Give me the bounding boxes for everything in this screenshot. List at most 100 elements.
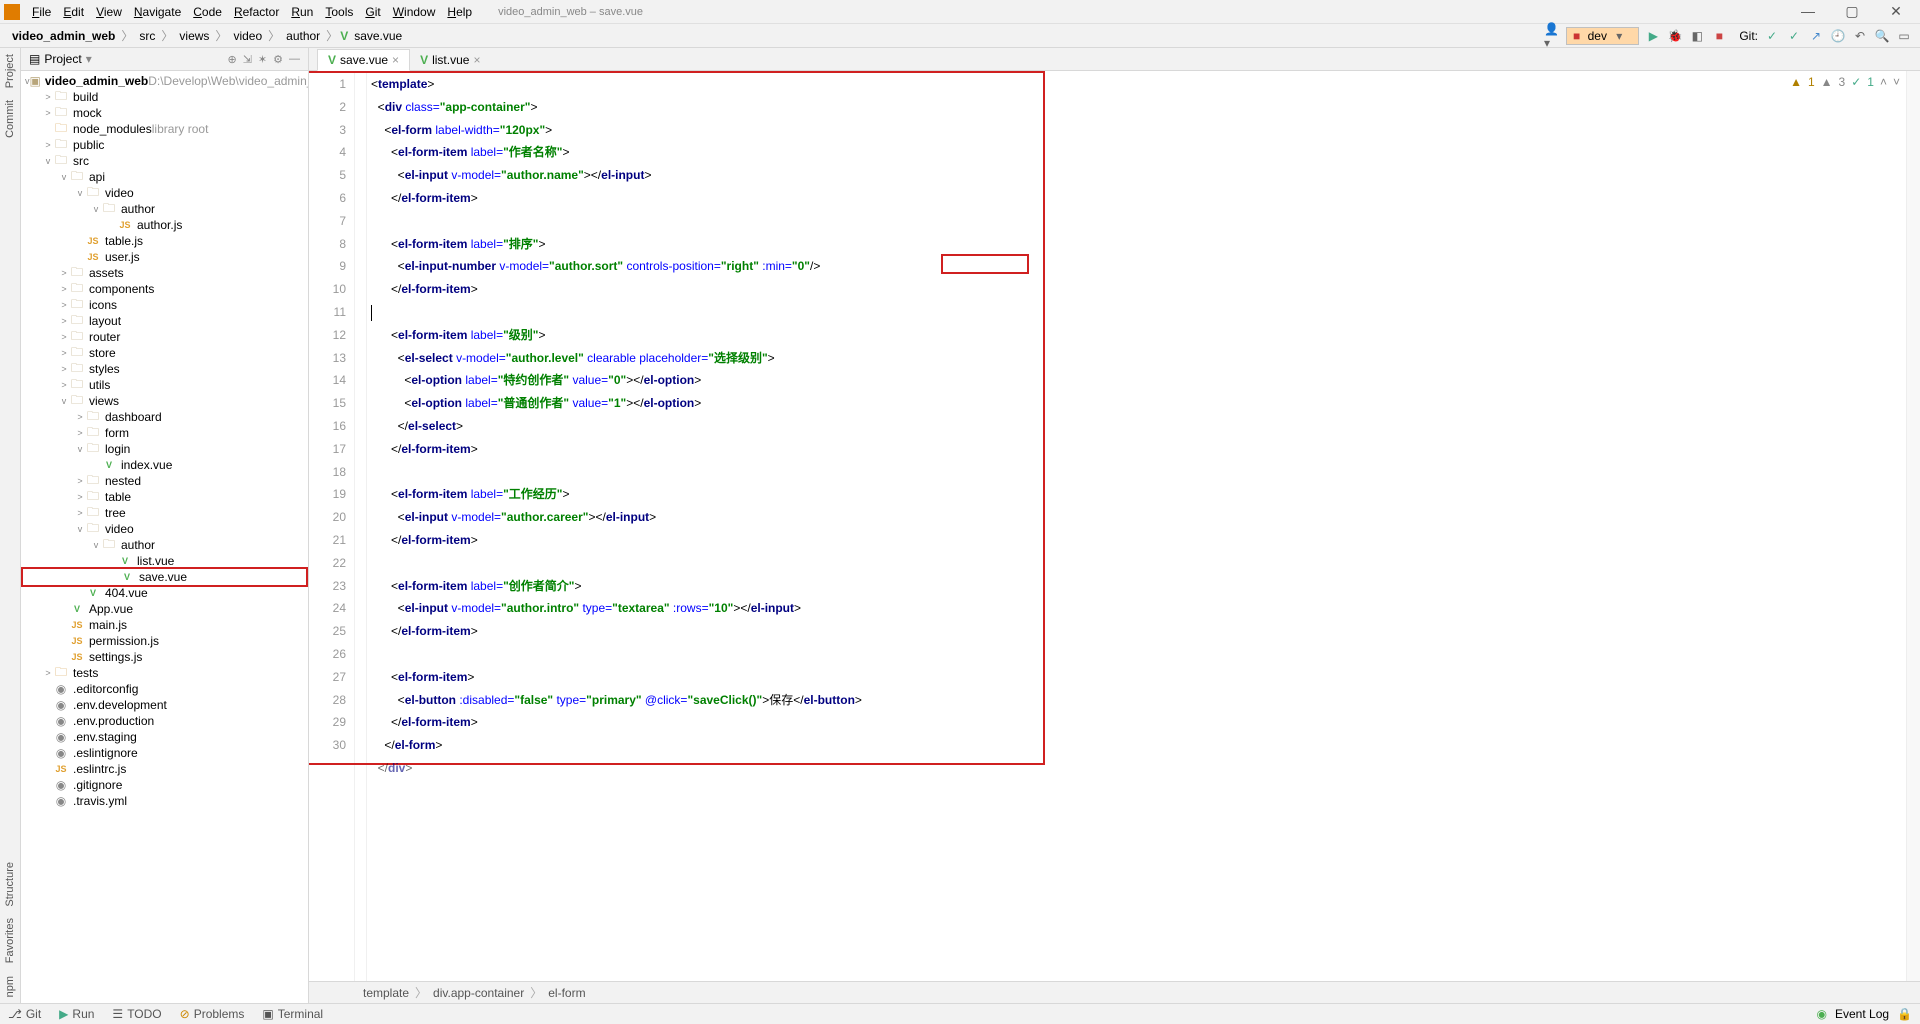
- coverage-icon[interactable]: ◧: [1689, 28, 1705, 44]
- menu-view[interactable]: View: [90, 3, 128, 21]
- tree-node[interactable]: v🗀author: [21, 201, 308, 217]
- tree-node[interactable]: Vindex.vue: [21, 457, 308, 473]
- close-icon[interactable]: ✕: [1884, 3, 1908, 20]
- chevron-down-icon[interactable]: ▾: [86, 52, 92, 66]
- breadcrumb[interactable]: author: [282, 29, 324, 43]
- tree-node[interactable]: >🗀dashboard: [21, 409, 308, 425]
- tree-node[interactable]: >🗀nested: [21, 473, 308, 489]
- event-log-button[interactable]: Event Log: [1835, 1007, 1889, 1021]
- settings-icon[interactable]: ▭: [1896, 28, 1912, 44]
- search-icon[interactable]: 🔍: [1874, 28, 1890, 44]
- tree-node[interactable]: >🗀store: [21, 345, 308, 361]
- tree-node[interactable]: ◉.editorconfig: [21, 681, 308, 697]
- tree-node[interactable]: v🗀views: [21, 393, 308, 409]
- menu-file[interactable]: File: [26, 3, 57, 21]
- chevron-down-icon[interactable]: ˅: [1893, 75, 1900, 89]
- tree-node[interactable]: JSauthor.js: [21, 217, 308, 233]
- menu-navigate[interactable]: Navigate: [128, 3, 187, 21]
- tab-structure[interactable]: Structure: [2, 856, 18, 913]
- tool-problems[interactable]: ⊘Problems: [180, 1007, 245, 1021]
- git-rollback-icon[interactable]: ↶: [1852, 28, 1868, 44]
- maximize-icon[interactable]: ▢: [1840, 3, 1864, 20]
- code-editor[interactable]: 1234567891011121314151617181920212223242…: [309, 71, 1920, 981]
- tab-npm[interactable]: npm: [2, 970, 18, 1003]
- tree-node[interactable]: >🗀assets: [21, 265, 308, 281]
- tree-node[interactable]: >🗀icons: [21, 297, 308, 313]
- project-tree[interactable]: v▣video_admin_web D:\Develop\Web\video_a…: [21, 71, 308, 1003]
- minimize-icon[interactable]: —: [1796, 3, 1820, 20]
- crumb[interactable]: el-form: [548, 986, 585, 1000]
- tree-node[interactable]: >🗀tree: [21, 505, 308, 521]
- crumb[interactable]: template: [363, 986, 409, 1000]
- tree-node[interactable]: ◉.eslintignore: [21, 745, 308, 761]
- git-history-icon[interactable]: 🕘: [1830, 28, 1846, 44]
- tree-node[interactable]: JSuser.js: [21, 249, 308, 265]
- collapse-icon[interactable]: ✶: [258, 53, 267, 66]
- tree-node[interactable]: JS.eslintrc.js: [21, 761, 308, 777]
- tree-node[interactable]: v🗀author: [21, 537, 308, 553]
- tree-node[interactable]: ◉.travis.yml: [21, 793, 308, 809]
- debug-icon[interactable]: 🐞: [1667, 28, 1683, 44]
- tab-close-icon[interactable]: ×: [473, 53, 480, 67]
- menu-window[interactable]: Window: [387, 3, 442, 21]
- tree-node[interactable]: V404.vue: [21, 585, 308, 601]
- breadcrumb[interactable]: video: [229, 29, 266, 43]
- editor-scrollbar[interactable]: [1906, 71, 1920, 981]
- tool-terminal[interactable]: ▣Terminal: [262, 1007, 323, 1021]
- tree-node[interactable]: >🗀tests: [21, 665, 308, 681]
- tree-node[interactable]: >🗀form: [21, 425, 308, 441]
- menu-edit[interactable]: Edit: [57, 3, 90, 21]
- breadcrumb[interactable]: src: [135, 29, 159, 43]
- tree-node[interactable]: JStable.js: [21, 233, 308, 249]
- inspection-badges[interactable]: ▲1 ▲3 ✓1 ˄ ˅: [1790, 75, 1900, 89]
- tree-node[interactable]: >🗀utils: [21, 377, 308, 393]
- tree-node[interactable]: >🗀styles: [21, 361, 308, 377]
- menu-tools[interactable]: Tools: [319, 3, 359, 21]
- tree-node[interactable]: JSmain.js: [21, 617, 308, 633]
- tree-node[interactable]: >🗀table: [21, 489, 308, 505]
- expand-icon[interactable]: ⇲: [243, 53, 252, 66]
- menu-run[interactable]: Run: [285, 3, 319, 21]
- tree-node[interactable]: >🗀components: [21, 281, 308, 297]
- tree-node[interactable]: v🗀login: [21, 441, 308, 457]
- menu-help[interactable]: Help: [441, 3, 478, 21]
- tree-node[interactable]: ◉.env.production: [21, 713, 308, 729]
- tree-node[interactable]: VApp.vue: [21, 601, 308, 617]
- settings-icon[interactable]: ⚙: [273, 53, 283, 66]
- select-opened-icon[interactable]: ⊕: [227, 53, 236, 66]
- tree-node[interactable]: ◉.env.development: [21, 697, 308, 713]
- tree-node[interactable]: >🗀layout: [21, 313, 308, 329]
- breadcrumb-project[interactable]: video_admin_web: [8, 29, 119, 43]
- editor-tab-save[interactable]: V save.vue ×: [317, 49, 410, 71]
- user-icon[interactable]: 👤▾: [1544, 28, 1560, 44]
- fold-column[interactable]: [355, 71, 367, 981]
- menu-git[interactable]: Git: [359, 3, 386, 21]
- tree-node[interactable]: Vsave.vue: [23, 569, 306, 585]
- git-update-icon[interactable]: ✓: [1764, 28, 1780, 44]
- tab-commit[interactable]: Commit: [2, 94, 18, 144]
- tree-node[interactable]: >🗀router: [21, 329, 308, 345]
- stop-icon[interactable]: ■: [1711, 28, 1727, 44]
- menu-code[interactable]: Code: [187, 3, 228, 21]
- tab-favorites[interactable]: Favorites: [2, 912, 18, 969]
- tab-close-icon[interactable]: ×: [392, 53, 399, 67]
- tree-node[interactable]: ◉.gitignore: [21, 777, 308, 793]
- lock-icon[interactable]: 🔒: [1897, 1007, 1912, 1021]
- tool-run[interactable]: ▶Run: [59, 1007, 94, 1021]
- run-config-select[interactable]: ■ dev ▾: [1566, 27, 1639, 45]
- git-push-icon[interactable]: ↗: [1808, 28, 1824, 44]
- git-commit-icon[interactable]: ✓: [1786, 28, 1802, 44]
- tree-node[interactable]: JSpermission.js: [21, 633, 308, 649]
- chevron-up-icon[interactable]: ˄: [1880, 75, 1887, 89]
- menu-refactor[interactable]: Refactor: [228, 3, 285, 21]
- tree-node[interactable]: v🗀api: [21, 169, 308, 185]
- tree-node[interactable]: v🗀video: [21, 185, 308, 201]
- crumb[interactable]: div.app-container: [433, 986, 524, 1000]
- tree-node[interactable]: v🗀video: [21, 521, 308, 537]
- tree-node[interactable]: v🗀src: [21, 153, 308, 169]
- editor-tab-list[interactable]: V list.vue ×: [410, 50, 490, 70]
- hide-icon[interactable]: —: [289, 53, 300, 66]
- breadcrumb-file[interactable]: save.vue: [350, 29, 406, 43]
- breadcrumb[interactable]: views: [175, 29, 213, 43]
- run-icon[interactable]: ▶: [1645, 28, 1661, 44]
